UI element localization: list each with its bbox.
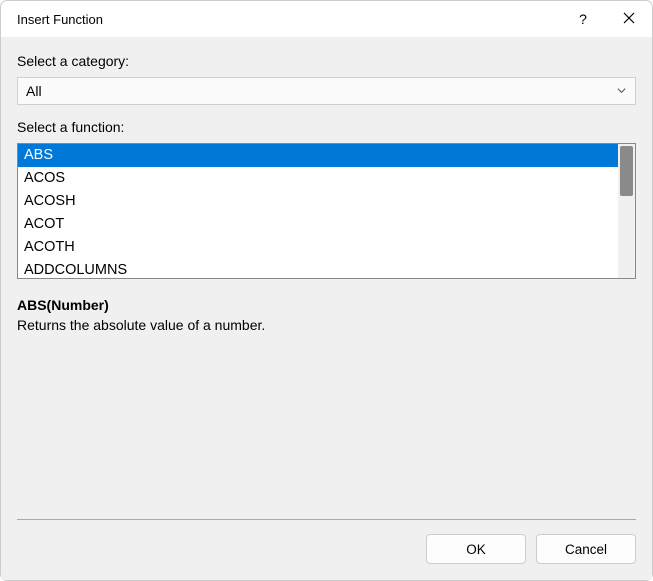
function-listbox[interactable]: ABS ACOS ACOSH ACOT ACOTH ADDCOLUMNS bbox=[17, 143, 636, 279]
dialog-title: Insert Function bbox=[17, 12, 560, 27]
category-label: Select a category: bbox=[17, 53, 636, 69]
button-row: OK Cancel bbox=[17, 520, 636, 580]
scrollbar[interactable] bbox=[618, 144, 635, 278]
list-item[interactable]: ACOTH bbox=[18, 236, 618, 259]
list-item[interactable]: ACOT bbox=[18, 213, 618, 236]
dialog-content: Select a category: All Select a function… bbox=[1, 37, 652, 580]
close-button[interactable] bbox=[606, 3, 652, 35]
function-signature: ABS(Number) bbox=[17, 297, 636, 313]
function-description: Returns the absolute value of a number. bbox=[17, 317, 636, 333]
ok-button[interactable]: OK bbox=[426, 534, 526, 564]
function-label: Select a function: bbox=[17, 119, 636, 135]
cancel-button[interactable]: Cancel bbox=[536, 534, 636, 564]
cancel-button-label: Cancel bbox=[565, 542, 607, 557]
spacer bbox=[17, 333, 636, 519]
titlebar: Insert Function ? bbox=[1, 1, 652, 37]
list-item[interactable]: ABS bbox=[18, 144, 618, 167]
ok-button-label: OK bbox=[466, 542, 486, 557]
help-button[interactable]: ? bbox=[560, 3, 606, 35]
list-item[interactable]: ACOSH bbox=[18, 190, 618, 213]
category-select[interactable]: All bbox=[17, 77, 636, 105]
list-item[interactable]: ACOS bbox=[18, 167, 618, 190]
category-selected-value: All bbox=[26, 83, 42, 99]
scrollbar-thumb[interactable] bbox=[620, 146, 633, 196]
function-list-inner: ABS ACOS ACOSH ACOT ACOTH ADDCOLUMNS bbox=[18, 144, 618, 278]
close-icon bbox=[623, 11, 635, 27]
chevron-down-icon bbox=[616, 83, 627, 99]
list-item[interactable]: ADDCOLUMNS bbox=[18, 259, 618, 278]
help-icon: ? bbox=[579, 11, 587, 27]
